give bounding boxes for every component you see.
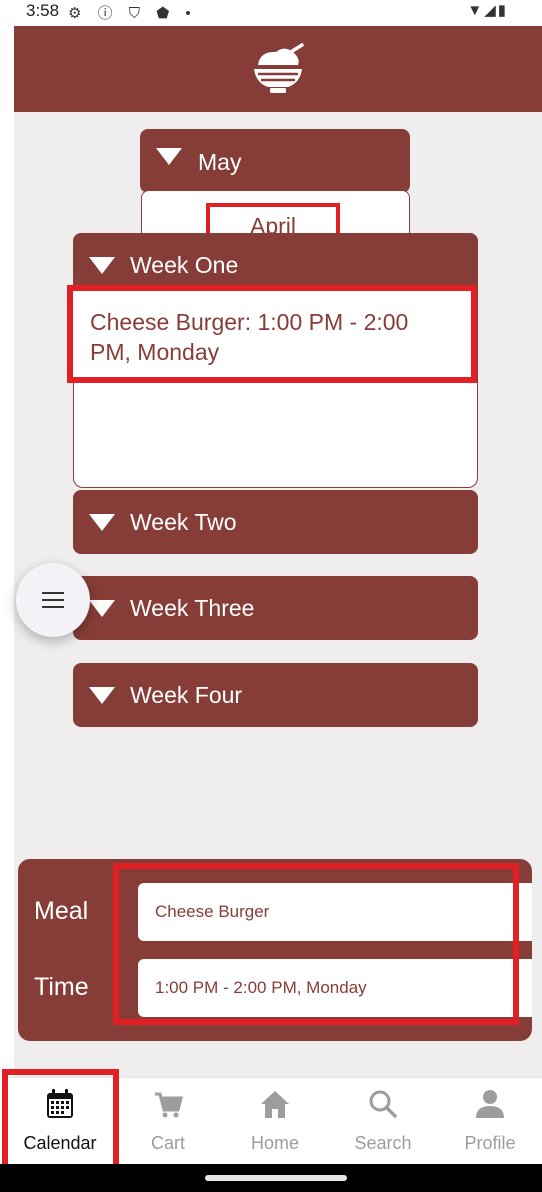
home-gesture-pill[interactable]	[205, 1175, 347, 1181]
search-icon	[369, 1090, 397, 1118]
triangle-down-icon	[89, 257, 115, 274]
rice-bowl-icon	[254, 43, 304, 93]
week-three-header[interactable]: Week Three	[73, 576, 478, 640]
triangle-down-icon	[89, 600, 115, 617]
week-three-label: Week Three	[130, 595, 255, 621]
week-four-label: Week Four	[130, 682, 243, 708]
month-selected-label: May	[198, 149, 242, 175]
month-dropdown[interactable]: May	[140, 129, 410, 193]
meal-fields-highlight	[113, 863, 519, 1025]
nav-profile[interactable]: Profile	[436, 1078, 542, 1165]
menu-fab-button[interactable]	[16, 563, 90, 637]
menu-icon-line	[42, 606, 64, 608]
status-bar: 3:58 ⚙ ⓘ ⛉ ⬟ • ▼◢▮	[0, 0, 542, 26]
app-header	[14, 26, 542, 112]
app-root: 3:58 ⚙ ⓘ ⛉ ⬟ • ▼◢▮ May April Week One Ch…	[0, 0, 542, 1192]
nav-search[interactable]: Search	[329, 1078, 437, 1165]
system-gesture-bar	[0, 1164, 542, 1192]
week-two-header[interactable]: Week Two	[73, 490, 478, 554]
menu-icon-line	[42, 599, 64, 601]
meal-detail-card: Meal Cheese Burger Time 1:00 PM - 2:00 P…	[18, 859, 532, 1041]
nav-profile-label: Profile	[464, 1133, 516, 1153]
calendar-screen: May April Week One Cheese Burger: 1:00 P…	[14, 26, 542, 1164]
calendar-nav-highlight	[2, 1069, 119, 1174]
nav-home[interactable]: Home	[221, 1078, 329, 1165]
cart-icon	[155, 1092, 183, 1118]
status-notification-icons: ⚙ ⓘ ⛉ ⬟ •	[68, 5, 197, 22]
status-time: 3:58	[26, 1, 60, 20]
week-four-header[interactable]: Week Four	[73, 663, 478, 727]
triangle-down-icon	[89, 514, 115, 531]
nav-search-label: Search	[354, 1133, 412, 1153]
bottom-navigation: Calendar Cart Home Search Profile	[0, 1069, 542, 1174]
event-item-cheese-burger[interactable]: Cheese Burger: 1:00 PM - 2:00 PM, Monday	[67, 285, 477, 383]
time-label: Time	[34, 973, 89, 1001]
profile-icon	[476, 1090, 504, 1118]
nav-cart-label: Cart	[150, 1133, 185, 1153]
week-two-label: Week Two	[130, 509, 237, 535]
status-system-icons: ▼◢▮	[467, 2, 508, 19]
meal-label: Meal	[34, 897, 89, 925]
home-icon	[261, 1091, 289, 1118]
week-one-label: Week One	[130, 252, 239, 278]
triangle-down-icon	[156, 148, 182, 165]
nav-home-label: Home	[250, 1133, 299, 1153]
nav-cart[interactable]: Cart	[114, 1078, 222, 1165]
triangle-down-icon	[89, 687, 115, 704]
menu-icon	[42, 592, 64, 594]
